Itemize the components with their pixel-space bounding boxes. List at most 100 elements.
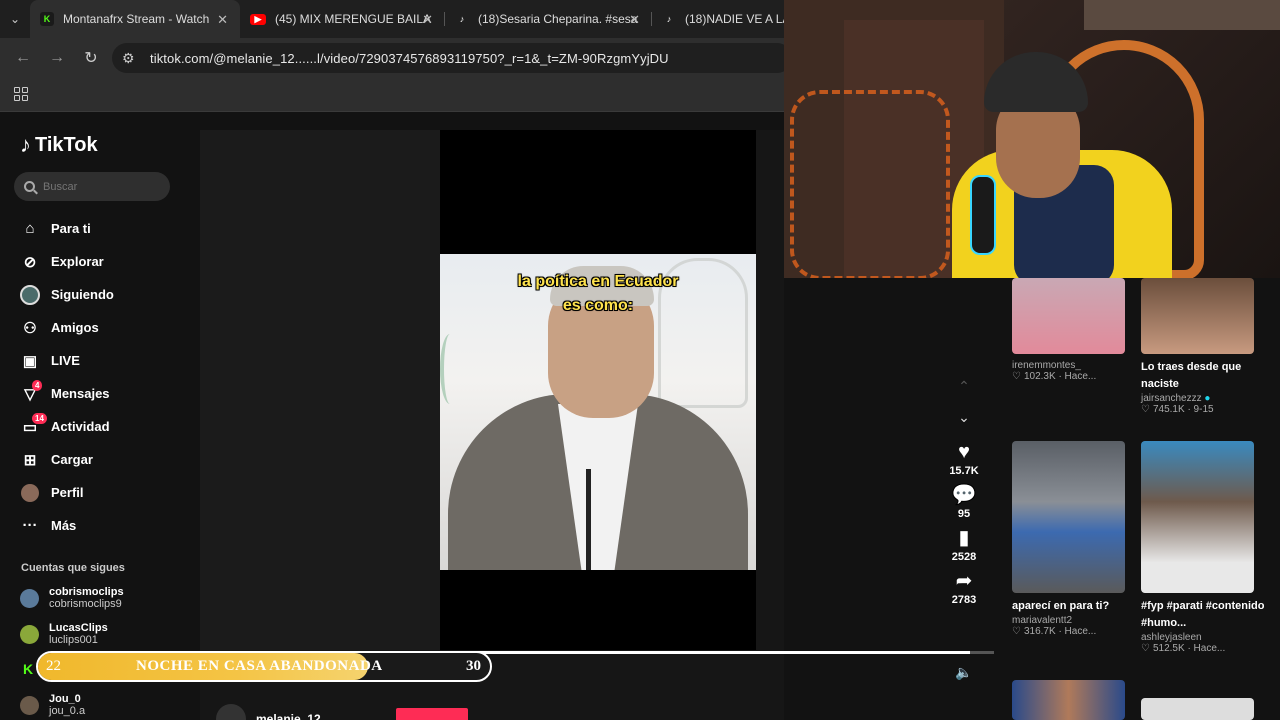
- card-stats-text: 745.1K · 9-15: [1152, 404, 1214, 415]
- profile-avatar-icon: [20, 483, 40, 503]
- browser-toolbar: ← → ↻ ⚙ tiktok.com/@melanie_12......l/vi…: [0, 38, 792, 78]
- card-username-text: jairsanchezzz: [1141, 393, 1202, 404]
- bookmark-icon: ▮: [958, 527, 970, 549]
- logo-text: TikTok: [35, 133, 98, 156]
- save-action[interactable]: ▮ 2528: [940, 526, 988, 564]
- search-box[interactable]: [14, 172, 170, 201]
- chevron-down-icon[interactable]: ⌄: [954, 409, 974, 426]
- nav-item-mensajes[interactable]: ▽ 4 Mensajes: [20, 377, 114, 410]
- nav-item-perfil[interactable]: Perfil: [20, 476, 114, 509]
- nav-label: LIVE: [51, 353, 80, 368]
- close-tab-icon[interactable]: ✕: [629, 12, 640, 28]
- nav-label: Más: [51, 518, 77, 533]
- video-author[interactable]: melanie_12: [216, 704, 468, 720]
- feed-navigation: ⌃ ⌄: [954, 378, 974, 426]
- volume-icon[interactable]: 🔈: [955, 664, 972, 681]
- comment-action[interactable]: 💬 95: [940, 483, 988, 521]
- goal-label: NOCHE EN CASA ABANDONADA: [136, 658, 383, 674]
- author-name: melanie_12: [256, 712, 321, 720]
- chevron-up-icon[interactable]: ⌃: [954, 378, 974, 395]
- browser-tab-3[interactable]: ♪ (18)NADIE VE A LA: [652, 0, 784, 38]
- activity-badge: 14: [32, 413, 47, 424]
- card-title: Lo traes desde que naciste: [1141, 361, 1242, 390]
- card-title: #fyp #parati #contenido #humo...: [1141, 600, 1265, 629]
- card-stats: ♡ 745.1K · 9-15: [1141, 404, 1259, 415]
- tiktok-logo[interactable]: ♪ TikTok: [20, 132, 98, 158]
- nav-item-mas[interactable]: ··· Más: [20, 509, 114, 542]
- browser-tab-1[interactable]: ▶ (45) MIX MERENGUE BAILA ✕: [240, 0, 445, 38]
- webcam-spiderweb-decoration: [790, 90, 950, 278]
- save-count: 2528: [951, 551, 977, 563]
- heart-outline-icon: ♡: [1141, 643, 1150, 654]
- video-caption: la poítica en Ecuador es como:: [440, 270, 756, 318]
- heart-outline-icon: ♡: [1141, 404, 1150, 415]
- site-settings-icon[interactable]: ⚙: [122, 50, 146, 67]
- like-action[interactable]: ♥ 15.7K: [940, 440, 988, 478]
- avatar: [20, 624, 39, 644]
- nav-item-siguiendo[interactable]: Siguiendo: [20, 278, 114, 311]
- card-username: ashleyjasleen: [1141, 632, 1202, 643]
- apps-grid-icon[interactable]: [14, 87, 28, 101]
- avatar: [20, 695, 39, 715]
- nav-item-cargar[interactable]: ⊞ Cargar: [20, 443, 114, 476]
- following-section-title: Cuentas que sigues: [21, 562, 125, 574]
- close-tab-icon[interactable]: ✕: [217, 12, 228, 28]
- card-stats: ♡ 102.3K · Hace...: [1012, 371, 1125, 382]
- video-thumbnail: [1012, 680, 1125, 720]
- webcam-microphone-image: [970, 175, 996, 255]
- back-arrow-icon[interactable]: ←: [6, 38, 40, 78]
- close-tab-icon[interactable]: ✕: [422, 12, 433, 28]
- verified-icon: ●: [1204, 393, 1211, 404]
- tab-title: Montanafrx Stream - Watch: [63, 12, 210, 26]
- nav-label: Cargar: [51, 452, 93, 467]
- video-thumbnail: [1141, 698, 1254, 720]
- recommended-videos: irenemmontes_ ♡ 102.3K · Hace... Lo traes…: [996, 278, 1280, 720]
- bookmarks-bar: [0, 78, 784, 112]
- nav-item-live[interactable]: ▣ LIVE: [20, 344, 114, 377]
- following-account[interactable]: cobrismoclips cobrismoclips9: [20, 586, 124, 610]
- main-nav: ⌂ Para ti ⊘ Explorar Siguiendo ⚇ Amigos …: [20, 212, 114, 542]
- account-handle: cobrismoclips9: [49, 598, 122, 610]
- background-logo-image: [440, 334, 460, 404]
- goal-target: 30: [466, 658, 481, 674]
- account-name: LucasClips: [49, 622, 108, 634]
- kick-icon: K: [40, 12, 54, 26]
- video-thumbnail: [1141, 278, 1254, 354]
- following-account[interactable]: LucasClips luclips001: [20, 622, 108, 646]
- reload-icon[interactable]: ↻: [74, 38, 108, 78]
- streamer-webcam: [784, 0, 1280, 278]
- video-thumbnail: [1012, 278, 1125, 354]
- account-name: Jou_0: [49, 693, 81, 705]
- like-count: 15.7K: [949, 465, 979, 477]
- nav-item-explorar[interactable]: ⊘ Explorar: [20, 245, 114, 278]
- card-username: mariavalentt2: [1012, 615, 1073, 626]
- video-thumbnail: [1012, 441, 1125, 593]
- following-account[interactable]: Jou_0 jou_0.a: [20, 693, 85, 717]
- tiktok-icon: ♪: [459, 14, 465, 24]
- kick-logo-icon: K: [23, 661, 34, 677]
- goal-current: 22: [46, 658, 61, 674]
- microphone-image: [586, 469, 591, 570]
- follow-button[interactable]: [396, 708, 468, 720]
- nav-item-actividad[interactable]: ▭ 14 Actividad: [20, 410, 114, 443]
- browser-tab-2[interactable]: ♪ (18)Sesaria Cheparina. #sesa ✕: [445, 0, 652, 38]
- share-action[interactable]: ➦ 2783: [940, 569, 988, 607]
- author-avatar: [216, 704, 246, 720]
- forward-arrow-icon[interactable]: →: [40, 38, 74, 78]
- card-stats-text: 512.5K · Hace...: [1152, 643, 1226, 654]
- nav-item-para-ti[interactable]: ⌂ Para ti: [20, 212, 114, 245]
- tab-title: (18)Sesaria Cheparina. #sesa: [478, 12, 638, 26]
- nav-label: Explorar: [51, 254, 104, 269]
- nav-item-amigos[interactable]: ⚇ Amigos: [20, 311, 114, 344]
- browser-tab-0[interactable]: K Montanafrx Stream - Watch ✕: [30, 0, 240, 38]
- tab-search-chevron-icon[interactable]: ⌄: [0, 0, 30, 38]
- caption-line-2: es como:: [562, 297, 634, 314]
- card-stats: ♡ 512.5K · Hace...: [1141, 643, 1266, 654]
- address-bar[interactable]: ⚙ tiktok.com/@melanie_12......l/video/72…: [112, 43, 792, 73]
- share-count: 2783: [951, 594, 977, 606]
- nav-label: Amigos: [51, 320, 99, 335]
- compass-icon: ⊘: [23, 253, 37, 271]
- upload-icon: ⊞: [23, 451, 37, 469]
- youtube-icon: ▶: [250, 13, 266, 25]
- search-input[interactable]: [43, 180, 153, 193]
